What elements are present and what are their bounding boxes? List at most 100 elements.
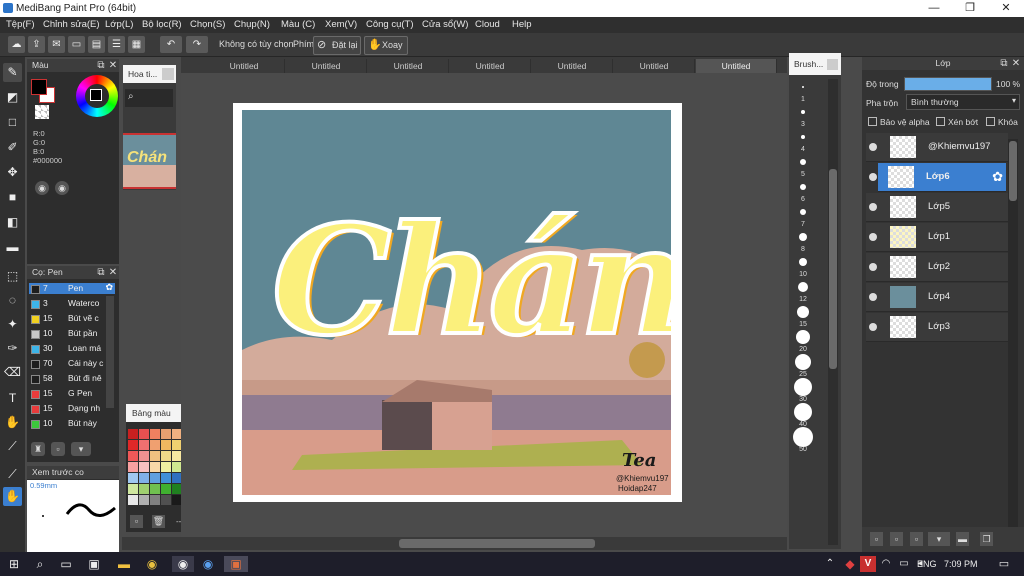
fill-rect-tool-icon[interactable]: ■ — [3, 188, 22, 207]
maximize-button[interactable]: ❐ — [952, 0, 988, 17]
rotate-button[interactable]: ✋ Xoay — [364, 36, 408, 55]
navigator-thumbnail[interactable]: Chán — [123, 133, 176, 189]
magic-wand-icon[interactable]: ✦ — [3, 315, 22, 334]
palette-swatch[interactable] — [139, 440, 149, 450]
clipping-checkbox[interactable]: Xén bớt — [936, 117, 978, 127]
layer-row[interactable]: Lớp4 — [866, 283, 1008, 312]
palette-swatch[interactable] — [150, 495, 160, 505]
comment-icon[interactable]: ✉ — [48, 36, 65, 53]
antivirus-icon[interactable]: ◆ — [842, 556, 858, 572]
popout-icon[interactable]: ⧉ — [95, 59, 107, 72]
brush-size-close-icon[interactable] — [827, 59, 838, 70]
text-tool-icon[interactable]: T — [3, 389, 22, 408]
palette-swatch[interactable] — [139, 495, 149, 505]
navigator-close-icon[interactable] — [162, 68, 174, 80]
document-tab[interactable]: Untitled — [368, 59, 449, 73]
document-tab[interactable]: Untitled — [614, 59, 695, 73]
popout-icon[interactable]: ⧉ — [998, 57, 1010, 70]
palette-swatch[interactable] — [150, 473, 160, 483]
close-icon[interactable]: ✕ — [1010, 57, 1022, 70]
zoom-slider[interactable]: ⌕ — [125, 89, 173, 107]
document-tab[interactable]: Untitled — [696, 59, 777, 73]
layer-row[interactable]: Lớp2 — [866, 253, 1008, 282]
reset-button[interactable]: ⊘ Đặt lại — [313, 36, 361, 55]
battery-icon[interactable]: ▭ — [896, 556, 912, 572]
palette-swatch[interactable] — [128, 495, 138, 505]
menu-color[interactable]: Màu (C) — [281, 19, 315, 30]
transparent-color-swatch[interactable] — [35, 105, 49, 119]
app-v-icon[interactable]: V — [860, 556, 876, 572]
protect-alpha-checkbox[interactable]: Bảo vệ alpha — [868, 117, 930, 127]
palette-swatch[interactable] — [128, 440, 138, 450]
palette-swatch[interactable] — [139, 451, 149, 461]
select-pen-icon[interactable]: ✑ — [3, 339, 22, 358]
grid-icon[interactable]: ▦ — [128, 36, 145, 53]
brush-item[interactable]: 10 Bút này — [29, 418, 115, 429]
popout-icon[interactable]: ⧉ — [95, 266, 107, 279]
palette-swatch[interactable] — [161, 495, 171, 505]
document-tab[interactable]: Untitled — [532, 59, 613, 73]
palette-delete-icon[interactable]: 🗑 — [152, 515, 165, 528]
close-icon[interactable]: ✕ — [107, 59, 119, 72]
palette-swatch[interactable] — [161, 451, 171, 461]
palette-swatch[interactable] — [150, 429, 160, 439]
layer-add-menu-icon[interactable]: ▾ — [928, 532, 950, 546]
layer-scroll-thumb[interactable] — [1009, 141, 1017, 201]
brush-item[interactable]: 58 Bút đi nê — [29, 373, 115, 384]
menu-select[interactable]: Chọn(S) — [190, 19, 225, 30]
menu-file[interactable]: Tệp(F) — [6, 19, 35, 30]
document-tab[interactable]: Untitled — [204, 59, 285, 73]
menu-snap[interactable]: Chụp(N) — [234, 19, 270, 30]
menu-filter[interactable]: Bộ lọc(R) — [142, 19, 182, 30]
operation-tool-icon[interactable]: ✋ — [3, 413, 22, 432]
copy-layer-icon[interactable]: ▫ — [890, 532, 903, 546]
pen-tool-icon[interactable]: ✐ — [3, 138, 22, 157]
palette-swatch[interactable] — [161, 473, 171, 483]
horizontal-scrollbar[interactable] — [181, 537, 787, 550]
palette-add-icon[interactable]: ◉ — [55, 181, 69, 195]
eye-icon[interactable] — [869, 263, 877, 271]
brush-item[interactable]: 15 Bút vẽ c — [29, 313, 115, 324]
brush-item[interactable]: 10 Bút pần — [29, 328, 115, 339]
horizontal-scroll-thumb[interactable] — [399, 539, 595, 548]
brush-size-dot[interactable] — [798, 282, 808, 292]
close-icon[interactable]: ✕ — [107, 266, 119, 279]
layer-row[interactable]: Lớp1 — [866, 223, 1008, 252]
brush-item[interactable]: 15 G Pen — [29, 388, 115, 399]
brush-item[interactable]: 3 Waterco — [29, 298, 115, 309]
palette-swatch[interactable] — [128, 484, 138, 494]
opacity-slider[interactable] — [904, 77, 992, 91]
medibang-taskbar-icon[interactable]: ◉ — [172, 556, 194, 572]
lasso-tool-icon[interactable]: ◌ — [3, 291, 22, 310]
hand-tool-icon[interactable]: ✋ — [3, 487, 22, 506]
palette-swatch[interactable] — [139, 462, 149, 472]
language-indicator[interactable]: ENG — [917, 559, 937, 569]
brush-size-dot[interactable] — [801, 135, 805, 139]
palette-new-icon[interactable]: ▫ — [130, 515, 143, 528]
brush-item[interactable]: 7 Pen ✿ — [29, 282, 115, 294]
palette-swatch[interactable] — [150, 462, 160, 472]
list-icon[interactable]: ☰ — [108, 36, 125, 53]
task-view-icon[interactable]: ▭ — [58, 556, 74, 572]
file-explorer-icon[interactable]: ▬ — [116, 556, 132, 572]
brush-size-dot[interactable] — [799, 233, 807, 241]
brush-item[interactable]: 15 Dạng nh — [29, 403, 115, 414]
redo-icon[interactable]: ↷ — [186, 36, 208, 53]
brush-size-dot[interactable] — [801, 110, 805, 114]
brush-size-dot[interactable] — [797, 306, 809, 318]
store-icon[interactable]: ▣ — [86, 556, 102, 572]
palette-swatch[interactable] — [139, 429, 149, 439]
upload-icon[interactable]: ⇪ — [28, 36, 45, 53]
palette-swatch[interactable] — [128, 451, 138, 461]
bucket-tool-icon[interactable]: ◧ — [3, 213, 22, 232]
close-button[interactable]: ✕ — [988, 0, 1024, 17]
document-tab[interactable]: Untitled — [286, 59, 367, 73]
brush-settings-icon[interactable]: ♜ — [31, 442, 45, 456]
select-eraser-icon[interactable]: ⌫ — [3, 363, 22, 382]
document-icon[interactable]: ▤ — [88, 36, 105, 53]
paint-taskbar-icon[interactable]: ▣ — [224, 556, 248, 572]
menu-view[interactable]: Xem(V) — [325, 19, 357, 30]
layer-row[interactable]: Lớp3 — [866, 313, 1008, 342]
search-icon[interactable]: ⌕ — [32, 556, 48, 572]
brush-size-dot[interactable] — [793, 427, 813, 447]
